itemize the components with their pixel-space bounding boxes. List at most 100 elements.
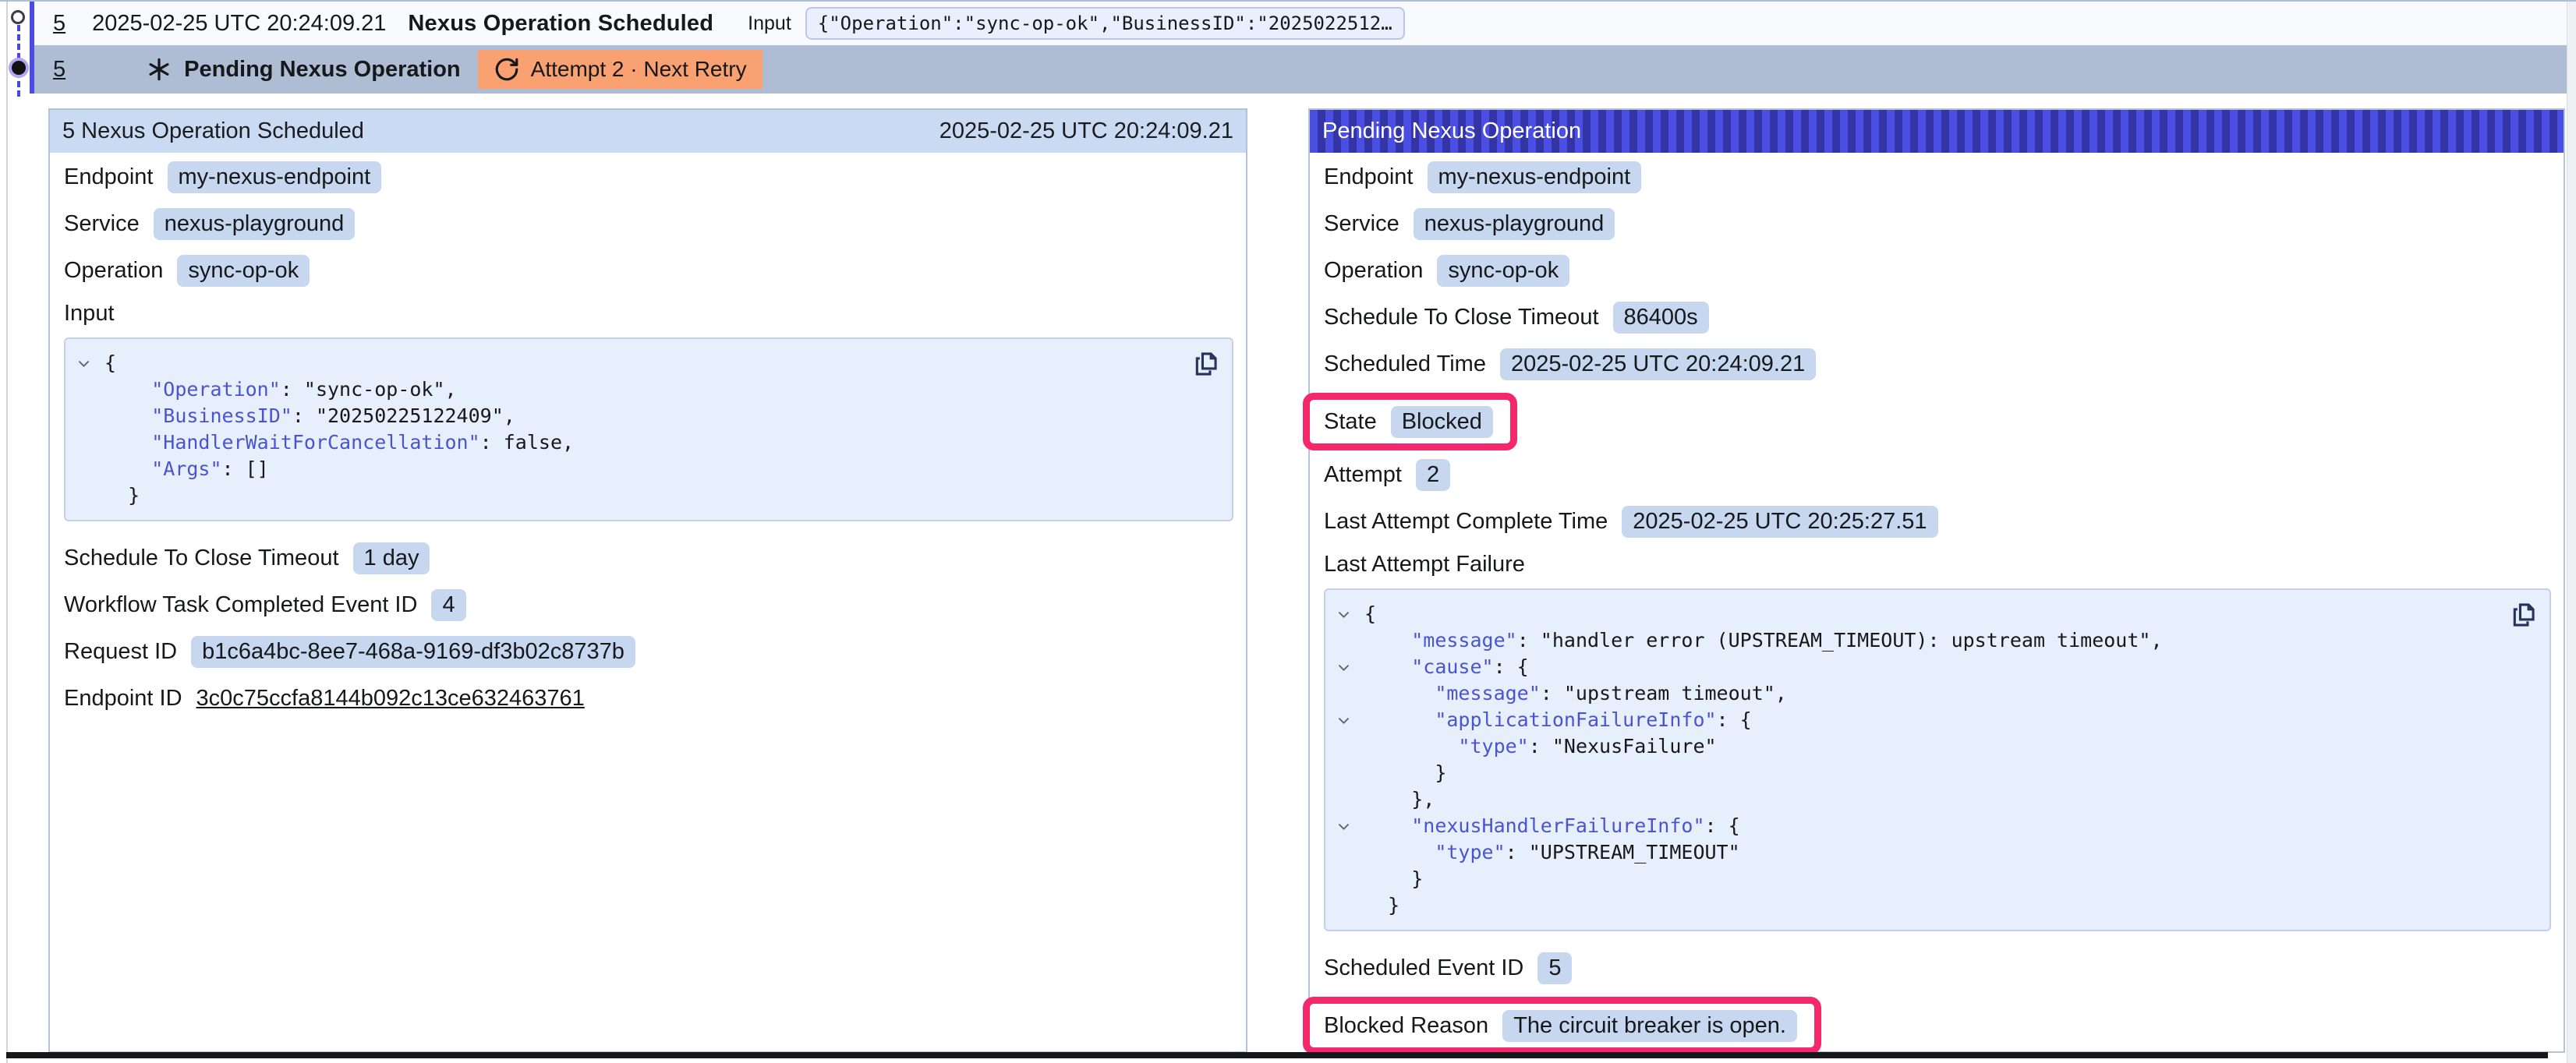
scheduled-fields-bottom: Schedule To Close Timeout1 dayWorkflow T… <box>64 540 1233 716</box>
timeline-node-current-icon <box>12 61 26 75</box>
field-row-attempt: Attempt2 <box>1324 457 2551 493</box>
field-label: Endpoint <box>1324 164 1414 190</box>
copy-icon[interactable] <box>1190 348 1221 380</box>
chevron-gutter-spacer <box>1336 866 1364 892</box>
collapse-chevron-icon[interactable] <box>76 350 104 376</box>
code-line: "message": "upstream timeout", <box>1336 680 2495 707</box>
chevron-gutter-spacer <box>1336 627 1364 654</box>
json-key: "message" <box>1411 629 1516 652</box>
field-row-operation: Operation sync-op-ok <box>1324 253 2551 288</box>
vertical-scrollbar-track[interactable] <box>2567 2 2576 1063</box>
code-line: { <box>76 350 1177 376</box>
collapse-chevron-icon[interactable] <box>1336 707 1364 733</box>
field-label: Endpoint ID <box>64 686 182 712</box>
code-text: "message": "upstream timeout", <box>1364 680 1787 707</box>
scheduled-panel-title: 5 Nexus Operation Scheduled <box>62 118 364 144</box>
chevron-gutter-spacer <box>76 482 104 509</box>
field-value-badge: The circuit breaker is open. <box>1502 1010 1797 1042</box>
code-line: "cause": { <box>1336 654 2495 680</box>
code-text: } <box>1364 866 1423 892</box>
field-value-link[interactable]: 3c0c75ccfa8144b092c13ce632463761 <box>196 686 585 712</box>
code-line: "Args": [] <box>76 456 1177 482</box>
code-line: } <box>1336 760 2495 786</box>
field-label: Last Attempt Complete Time <box>1324 509 1608 535</box>
scheduled-panel-timestamp: 2025-02-25 UTC 20:24:09.21 <box>939 118 1233 144</box>
chevron-gutter-spacer <box>76 456 104 482</box>
chevron-gutter-spacer <box>1336 760 1364 786</box>
event-title: Nexus Operation Scheduled <box>408 11 713 37</box>
field-row-scheduled-time: Scheduled Time 2025-02-25 UTC 20:24:09.21 <box>1324 346 2551 382</box>
json-key: "nexusHandlerFailureInfo" <box>1411 814 1704 837</box>
code-line: "type": "UPSTREAM_TIMEOUT" <box>1336 839 2495 866</box>
code-text: "type": "UPSTREAM_TIMEOUT" <box>1364 839 1740 866</box>
field-label: Operation <box>64 258 163 284</box>
field-row-endpoint-id: Endpoint ID 3c0c75ccfa8144b092c13ce632463… <box>64 680 1233 716</box>
chevron-gutter-spacer <box>1336 786 1364 813</box>
collapse-chevron-icon[interactable] <box>1336 601 1364 627</box>
retry-badge-label: Attempt 2 · Next Retry <box>531 57 747 82</box>
field-value-badge: Blocked <box>1391 406 1493 438</box>
field-label: State <box>1324 409 1377 435</box>
code-text: "BusinessID": "20250225122409", <box>104 403 515 429</box>
field-label: Operation <box>1324 258 1423 284</box>
field-value-badge: sync-op-ok <box>1437 255 1569 287</box>
history-left-border <box>6 2 8 1063</box>
field-value-badge: 2025-02-25 UTC 20:24:09.21 <box>1500 348 1816 380</box>
pending-asterisk-icon <box>147 57 172 82</box>
code-line: "BusinessID": "20250225122409", <box>76 403 1177 429</box>
input-json-viewer: { "Operation": "sync-op-ok", "BusinessID… <box>64 337 1233 521</box>
field-label: Scheduled Time <box>1324 351 1486 377</box>
annotated-field: State Blocked <box>1324 393 2551 450</box>
field-label: Scheduled Event ID <box>1324 955 1523 981</box>
code-text: "message": "handler error (UPSTREAM_TIME… <box>1364 627 2163 654</box>
field-value-badge: b1c6a4bc-8ee7-468a-9169-df3b02c8737b <box>191 636 635 668</box>
field-value-badge: my-nexus-endpoint <box>168 161 382 193</box>
failure-json-viewer: { "message": "handler error (UPSTREAM_TI… <box>1324 588 2551 931</box>
event-detail-key-label: Input <box>748 12 791 35</box>
field-row-blocked-reason: Blocked ReasonThe circuit breaker is ope… <box>1324 1008 1797 1044</box>
event-row-nexus-operation-scheduled[interactable]: 5 2025-02-25 UTC 20:24:09.21 Nexus Opera… <box>34 2 2567 45</box>
field-label: Schedule To Close Timeout <box>64 546 339 571</box>
event-id-link[interactable]: 5 <box>53 57 65 83</box>
code-text: } <box>104 482 140 509</box>
code-line: "message": "handler error (UPSTREAM_TIME… <box>1336 627 2495 654</box>
field-row-scheduled-event-id: Scheduled Event ID5 <box>1324 950 2551 986</box>
code-line: } <box>76 482 1177 509</box>
field-label: Service <box>1324 211 1399 237</box>
field-value-badge: nexus-playground <box>1414 208 1615 240</box>
field-label: Workflow Task Completed Event ID <box>64 592 417 618</box>
field-value-badge: 2025-02-25 UTC 20:25:27.51 <box>1622 506 1937 538</box>
code-text: { <box>104 350 116 376</box>
copy-icon[interactable] <box>2507 599 2539 630</box>
code-text: "type": "NexusFailure" <box>1364 733 1717 760</box>
collapse-chevron-icon[interactable] <box>1336 654 1364 680</box>
collapse-chevron-icon[interactable] <box>1336 813 1364 839</box>
field-label: Endpoint <box>64 164 154 190</box>
field-row-service: Servicenexus-playground <box>64 206 1233 242</box>
input-section-label: Input <box>64 301 1233 327</box>
chevron-gutter-spacer <box>76 429 104 456</box>
json-key: "Operation" <box>151 378 281 401</box>
annotated-field: Blocked ReasonThe circuit breaker is ope… <box>1324 997 2551 1054</box>
field-row-last-attempt-complete-time: Last Attempt Complete Time 2025-02-25 UTC… <box>1324 503 2551 539</box>
pending-operation-detail-panel: Pending Nexus Operation Endpointmy-nexus… <box>1308 108 2565 1053</box>
field-row-workflow-task-completed-event-id: Workflow Task Completed Event ID4 <box>64 587 1233 623</box>
failure-json-lines: { "message": "handler error (UPSTREAM_TI… <box>1336 601 2495 919</box>
code-line: "Operation": "sync-op-ok", <box>76 376 1177 403</box>
field-row-schedule-to-close-timeout: Schedule To Close Timeout86400s <box>1324 299 2551 335</box>
code-text: "applicationFailureInfo": { <box>1364 707 1752 733</box>
field-row-service: Service nexus-playground <box>1324 206 2551 242</box>
code-text: "Operation": "sync-op-ok", <box>104 376 457 403</box>
pending-fields-bottom: Scheduled Event ID5 Blocked ReasonThe cir… <box>1324 950 2551 1054</box>
last-attempt-failure-label: Last Attempt Failure <box>1324 552 2551 577</box>
code-text: "HandlerWaitForCancellation": false, <box>104 429 574 456</box>
chevron-gutter-spacer <box>1336 680 1364 707</box>
horizontal-scrollbar-thumb[interactable] <box>6 1052 2548 1058</box>
event-row-pending-nexus-operation[interactable]: 5 Pending Nexus Operation Attempt 2 · Ne… <box>34 45 2567 94</box>
chevron-gutter-spacer <box>1336 733 1364 760</box>
json-key: "BusinessID" <box>151 404 292 427</box>
code-text: { <box>1364 601 1376 627</box>
event-id-link[interactable]: 5 <box>53 11 65 37</box>
pending-panel-body: Endpointmy-nexus-endpointServicenexus-pl… <box>1310 153 2564 1063</box>
event-input-preview-badge[interactable]: {"Operation":"sync-op-ok","BusinessID":"… <box>805 7 1405 40</box>
